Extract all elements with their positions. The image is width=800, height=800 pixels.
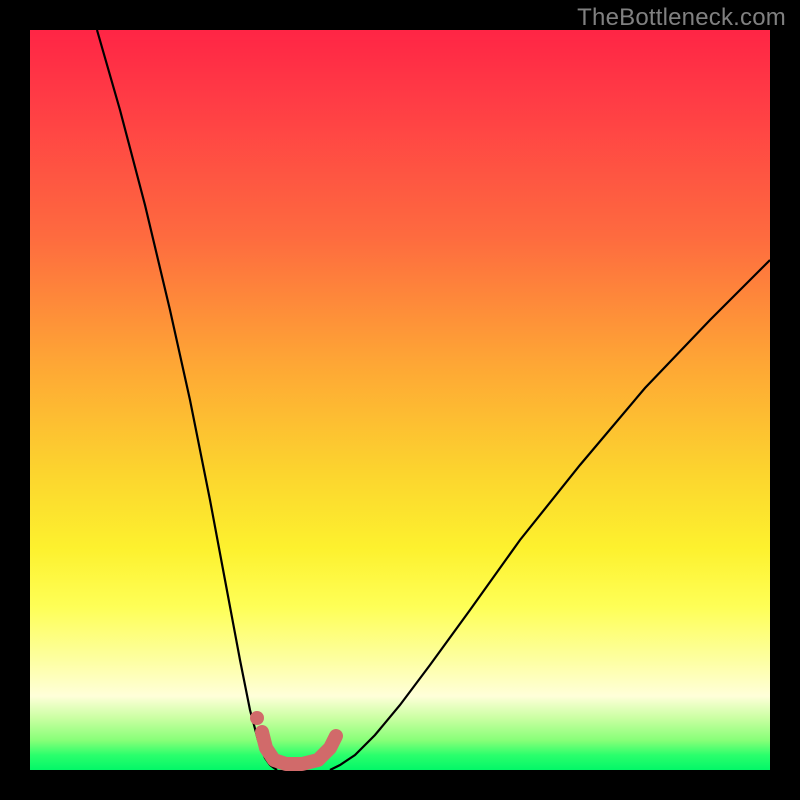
series-right-curve <box>330 260 770 770</box>
series-pink-bottom <box>262 732 336 764</box>
chart-svg <box>30 30 770 770</box>
chart-container: TheBottleneck.com <box>0 0 800 800</box>
watermark-text: TheBottleneck.com <box>577 4 786 32</box>
series-left-curve <box>97 30 277 770</box>
series-group <box>97 30 770 770</box>
markers-group <box>250 711 264 725</box>
marker-pink-dot <box>250 711 264 725</box>
